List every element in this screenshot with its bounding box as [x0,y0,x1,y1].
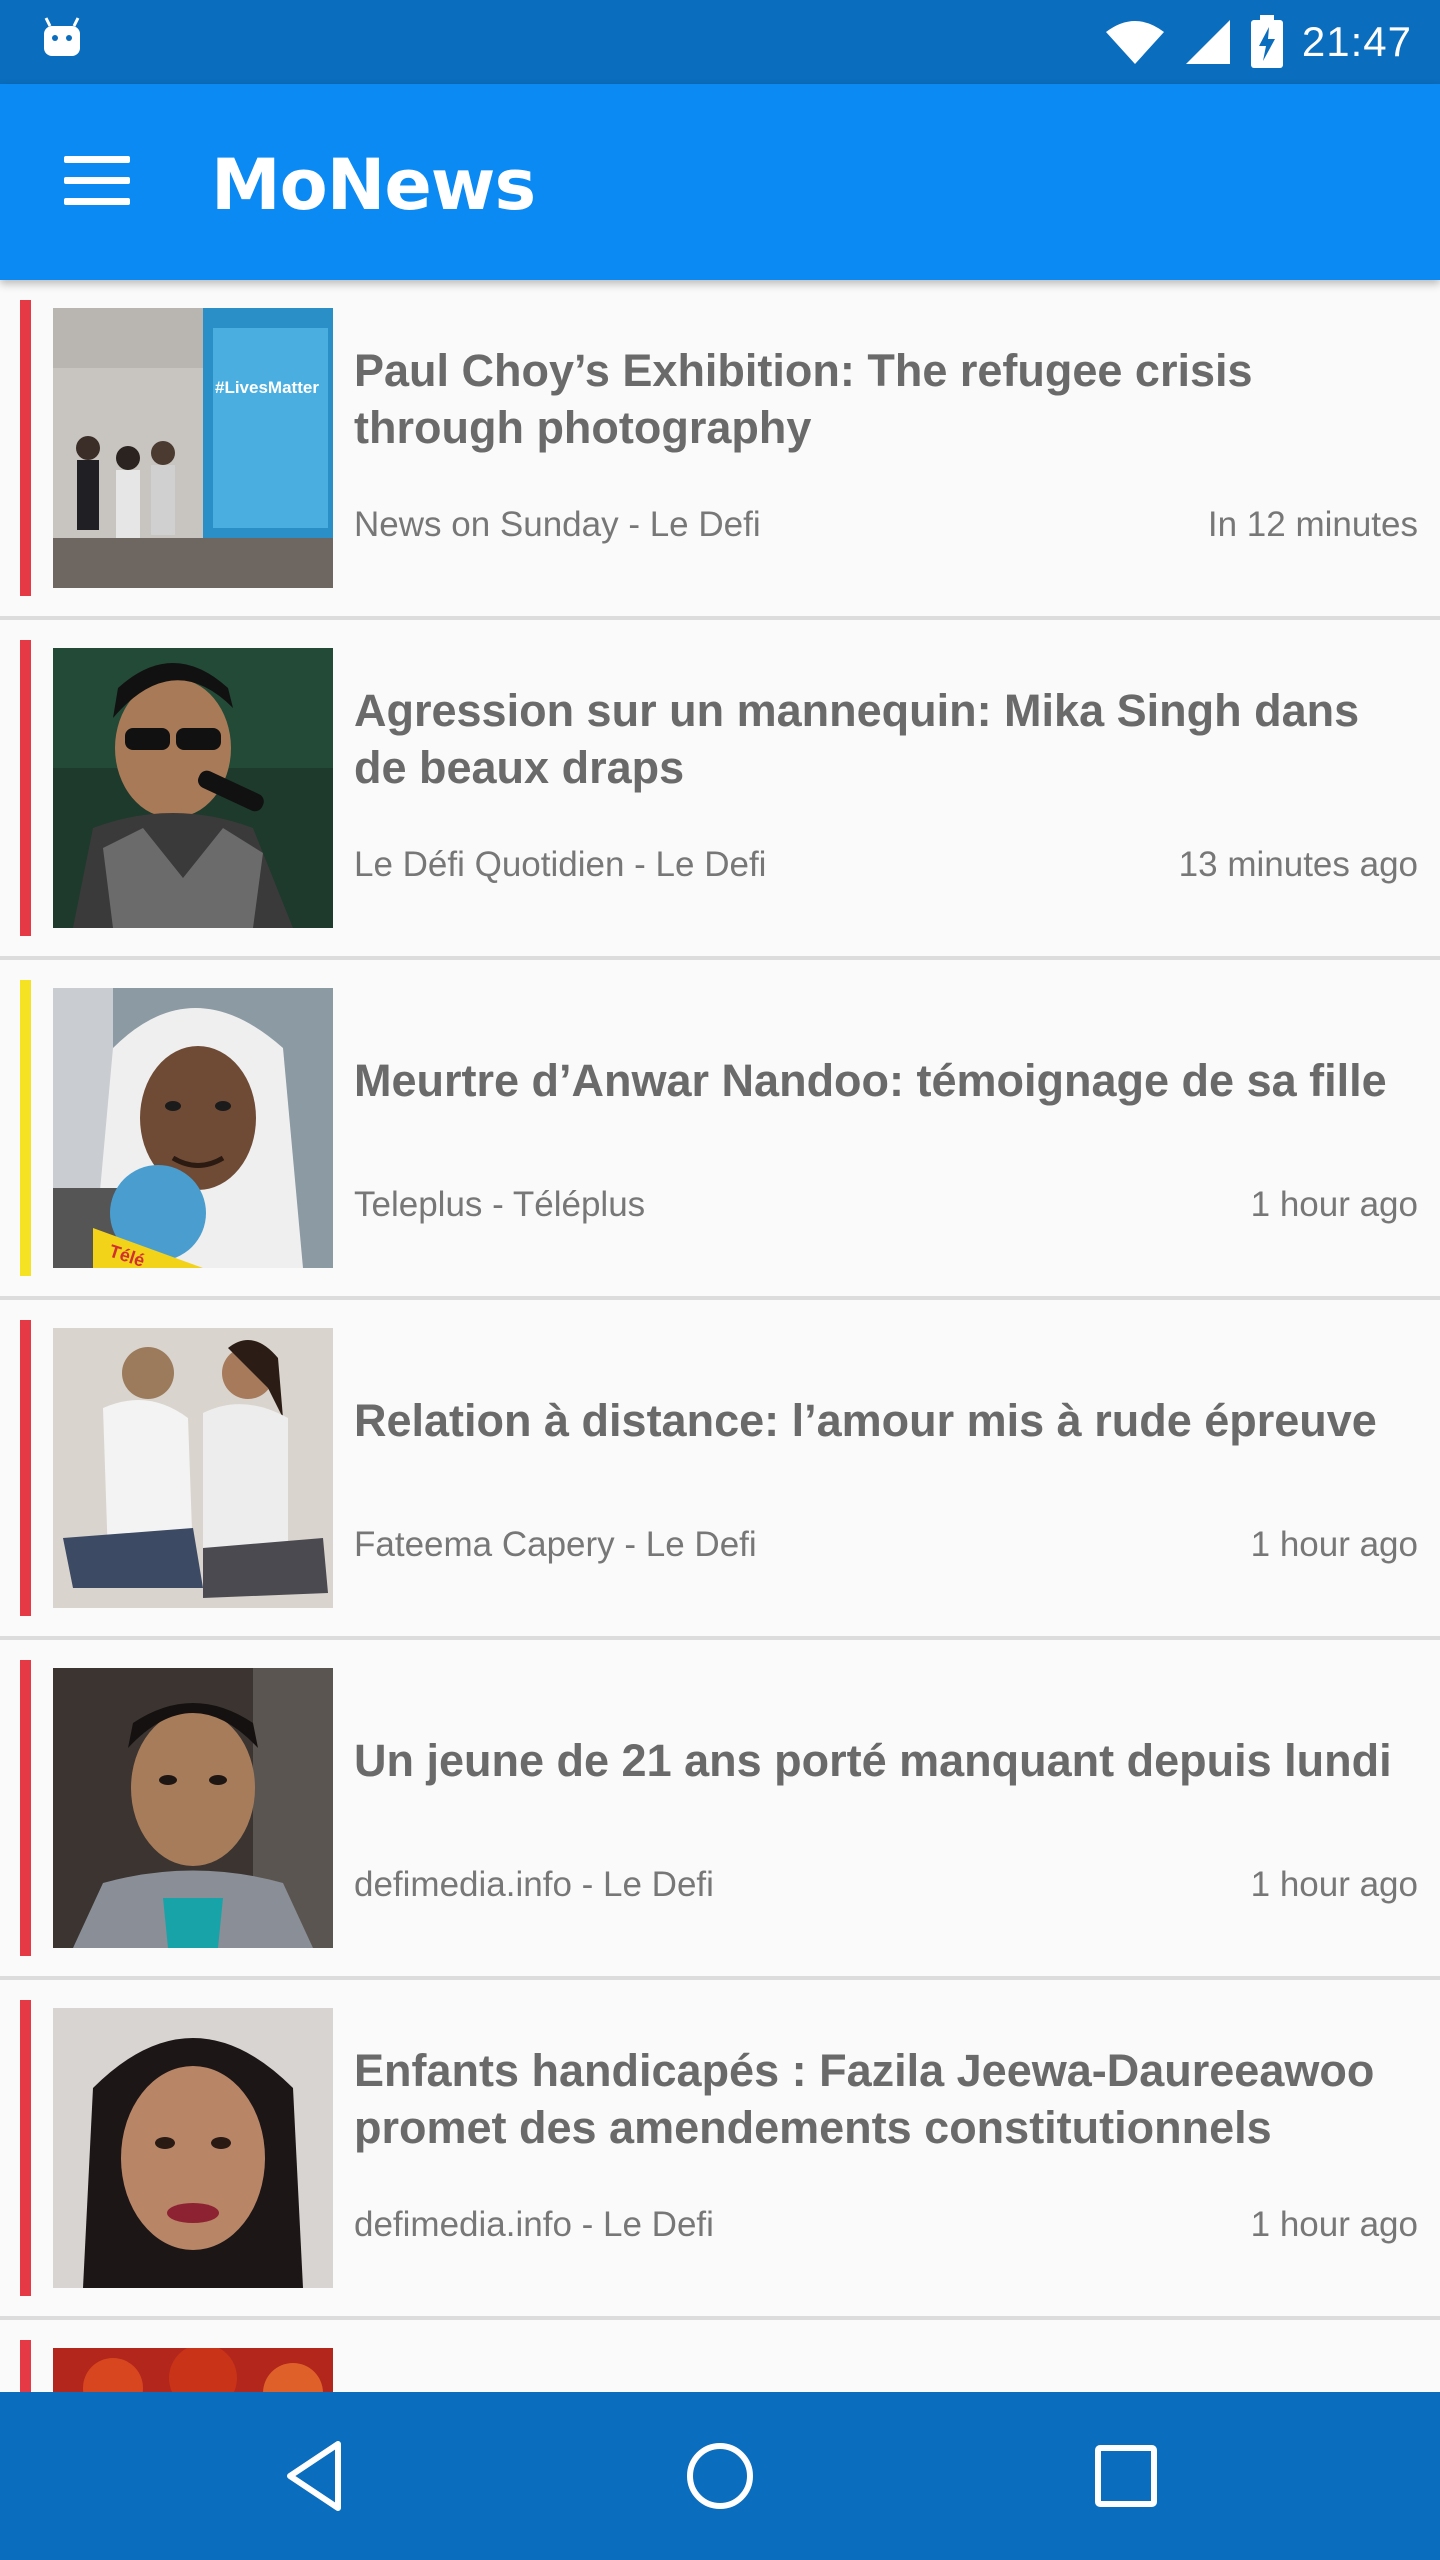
article-source: Teleplus - Téléplus [354,1185,646,1224]
article-time: 13 minutes ago [1178,845,1418,884]
category-color-bar [20,980,31,1276]
article-source: Le Défi Quotidien - Le Defi [354,845,767,884]
category-color-bar [20,640,31,936]
article-headline[interactable]: Relation à distance: l’amour mis à rude … [354,1392,1404,1449]
signal-icon [1185,20,1230,64]
news-item[interactable]: Télé Meurtre d’Anwar Nandoo: témoignage … [0,960,1440,1300]
article-time: In 12 minutes [1207,505,1418,544]
app-title: MoNews [211,144,536,226]
system-nav-bar [0,2392,1440,2560]
category-color-bar [20,1320,31,1616]
news-feed[interactable]: #LivesMatter Paul Choy’s Exhibition: The… [0,280,1440,2392]
recents-icon[interactable] [1086,2436,1166,2516]
status-bar: 21:47 [0,0,1440,84]
article-thumbnail[interactable]: Télé [53,988,333,1268]
article-source: defimedia.info - Le Defi [354,2205,714,2244]
battery-charging-icon [1250,15,1283,68]
back-icon[interactable] [276,2436,356,2516]
article-headline[interactable]: Meurtre d’Anwar Nandoo: témoignage de sa… [354,1052,1404,1109]
news-item[interactable]: Relation à distance: l’amour mis à rude … [0,1300,1440,1640]
article-thumbnail[interactable]: #LivesMatter [53,308,333,588]
status-time: 21:47 [1301,18,1412,65]
news-item[interactable]: #LivesMatter Paul Choy’s Exhibition: The… [0,280,1440,620]
article-time: 1 hour ago [1250,1865,1418,1904]
article-thumbnail[interactable] [53,2348,333,2392]
article-time: 1 hour ago [1250,2205,1418,2244]
article-headline[interactable]: Agression sur un mannequin: Mika Singh d… [354,682,1404,796]
article-thumbnail[interactable] [53,1328,333,1608]
article-headline[interactable]: Paul Choy’s Exhibition: The refugee cris… [354,342,1404,456]
article-headline[interactable]: Enfants handicapés : Fazila Jeewa-Dauree… [354,2042,1404,2156]
news-item[interactable]: Un jeune de 21 ans porté manquant depuis… [0,1640,1440,1980]
app-bar: MoNews [0,84,1440,280]
android-icon [44,17,80,56]
article-source: Fateema Capery - Le Defi [354,1525,757,1564]
article-time: 1 hour ago [1250,1525,1418,1564]
article-thumbnail[interactable] [53,1668,333,1948]
article-time: 1 hour ago [1250,1185,1418,1224]
category-color-bar [20,2000,31,2296]
news-item[interactable]: Agression sur un mannequin: Mika Singh d… [0,620,1440,960]
article-thumbnail[interactable] [53,2008,333,2288]
article-thumbnail[interactable] [53,648,333,928]
thumb-overlay-text: #LivesMatter [215,378,319,397]
article-source: defimedia.info - Le Defi [354,1865,714,1904]
news-item[interactable] [0,2320,1440,2392]
category-color-bar [20,1660,31,1956]
hamburger-menu-icon[interactable] [64,156,132,206]
article-headline[interactable]: Un jeune de 21 ans porté manquant depuis… [354,1732,1404,1789]
news-item[interactable]: Enfants handicapés : Fazila Jeewa-Dauree… [0,1980,1440,2320]
article-source: News on Sunday - Le Defi [354,505,761,544]
home-icon[interactable] [680,2436,760,2516]
wifi-icon [1105,21,1164,64]
category-color-bar [20,300,31,596]
category-color-bar [20,2340,31,2392]
